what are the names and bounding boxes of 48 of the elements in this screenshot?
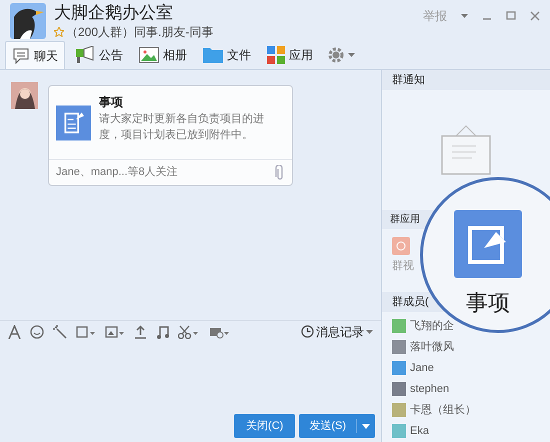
task-title: 事项: [98, 94, 124, 111]
smiley-icon[interactable]: [30, 324, 44, 338]
folder-icon: [203, 47, 223, 63]
task-description: 请大家定时更新各自负责项目的进度，项目计划表已放到附件中。: [98, 112, 265, 143]
star-icon: [54, 27, 64, 37]
task-pin-icon: [454, 210, 522, 278]
magic-wand-icon[interactable]: [53, 324, 67, 338]
chat-bubble-icon: [12, 46, 30, 64]
maximize-icon[interactable]: [506, 11, 516, 21]
tab[interactable]: 相册: [133, 41, 193, 69]
history-button[interactable]: 消息记录: [301, 322, 373, 340]
user-avatar-icon: [11, 82, 38, 109]
window-title: 大脚企鹅办公室: [54, 3, 174, 23]
tab[interactable]: 文件: [197, 41, 257, 69]
section-header: 群应用: [390, 212, 420, 227]
send-button[interactable]: 发送(S): [299, 414, 375, 438]
gear-icon[interactable]: [327, 46, 345, 64]
tab[interactable]: 公告: [69, 41, 129, 69]
megaphone-icon: [75, 46, 95, 64]
caret-icon: [362, 424, 370, 428]
caret-icon[interactable]: [461, 14, 468, 18]
image-icon[interactable]: [105, 324, 125, 338]
group-subtitle: （200人群）同事.朋友-同事: [66, 24, 214, 41]
close-button[interactable]: 关闭(C): [234, 414, 296, 438]
font-icon[interactable]: [8, 324, 21, 338]
tab[interactable]: 聊天: [5, 41, 65, 69]
clock-icon: [301, 325, 314, 338]
apps-grid-icon: [267, 46, 285, 64]
notice-board-icon: [440, 124, 492, 176]
close-icon[interactable]: [530, 11, 540, 21]
tab[interactable]: 应用: [261, 41, 319, 69]
scissors-icon[interactable]: [178, 324, 200, 338]
music-note-icon[interactable]: [156, 324, 169, 338]
member-item[interactable]: 落叶微风: [392, 336, 454, 358]
followers-text: Jane、manp...等8人关注: [56, 164, 178, 180]
upload-icon[interactable]: [134, 324, 147, 338]
member-item[interactable]: stephen: [392, 378, 450, 400]
image-icon: [139, 47, 159, 63]
penguin-avatar-icon: [10, 3, 46, 39]
member-item[interactable]: 卡恩（组长）: [392, 400, 476, 421]
paperclip-icon[interactable]: [275, 164, 285, 180]
member-item[interactable]: 飞翔的企: [392, 316, 454, 337]
task-card[interactable]: 事项 请大家定时更新各自负责项目的进度，项目计划表已放到附件中。 Jane、manp...等8人关注: [48, 85, 293, 186]
member-item[interactable]: Eka: [392, 420, 429, 442]
section-header: 群通知: [382, 70, 550, 90]
caret-icon[interactable]: [366, 330, 373, 334]
caret-icon[interactable]: [348, 53, 355, 57]
member-item[interactable]: Jane: [392, 358, 434, 379]
